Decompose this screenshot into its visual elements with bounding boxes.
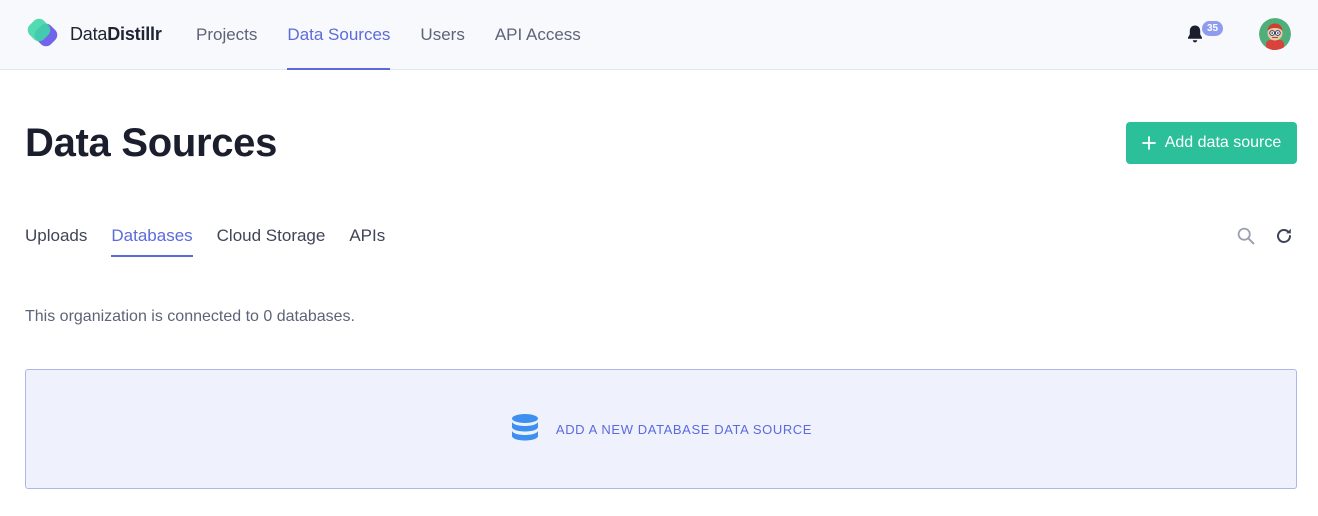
add-data-source-label: Add data source xyxy=(1164,134,1282,151)
tab-cloud-storage[interactable]: Cloud Storage xyxy=(217,214,326,257)
top-navigation-bar: DataDistillr Projects Data Sources Users… xyxy=(0,0,1318,70)
add-database-data-source-label: ADD A NEW DATABASE DATA SOURCE xyxy=(555,421,813,437)
search-button[interactable] xyxy=(1236,226,1256,246)
refresh-icon xyxy=(1277,228,1291,243)
tab-databases[interactable]: Databases xyxy=(111,214,193,257)
data-source-tabs: Uploads Databases Cloud Storage APIs xyxy=(25,214,409,257)
refresh-button[interactable] xyxy=(1274,226,1294,246)
add-data-source-button[interactable]: Add data source xyxy=(1126,122,1297,164)
search-icon xyxy=(1237,227,1255,245)
main-nav: Projects Data Sources Users API Access xyxy=(196,0,611,70)
add-database-data-source-card[interactable]: ADD A NEW DATABASE DATA SOURCE xyxy=(25,369,1297,489)
user-avatar-icon xyxy=(1259,18,1291,50)
nav-item-projects[interactable]: Projects xyxy=(196,0,257,70)
connection-summary-text: This organization is connected to 0 data… xyxy=(25,308,355,325)
nav-item-data-sources[interactable]: Data Sources xyxy=(287,0,391,70)
brand-name-light: Data xyxy=(70,23,108,44)
tab-uploads[interactable]: Uploads xyxy=(25,214,87,257)
database-icon xyxy=(511,414,538,441)
notification-count-badge: 35 xyxy=(1202,21,1223,36)
datadistillr-logo-icon xyxy=(27,18,58,47)
nav-item-api-access[interactable]: API Access xyxy=(495,0,581,70)
user-avatar-button[interactable] xyxy=(1259,18,1291,50)
plus-icon xyxy=(1141,136,1156,150)
brand-name-bold: Distillr xyxy=(107,23,162,44)
nav-item-users[interactable]: Users xyxy=(420,0,464,70)
brand-logo-link[interactable]: DataDistillr xyxy=(25,16,162,52)
brand-name: DataDistillr xyxy=(70,24,162,45)
tab-apis[interactable]: APIs xyxy=(349,214,385,257)
page-title: Data Sources xyxy=(25,121,278,165)
